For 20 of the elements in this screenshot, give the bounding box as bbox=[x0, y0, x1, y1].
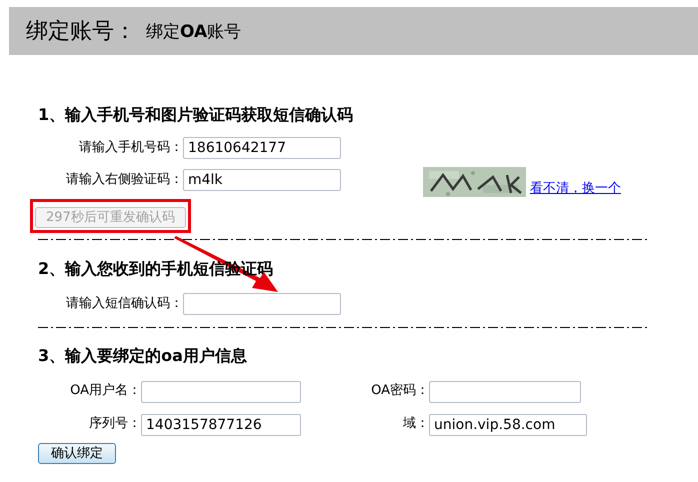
input-field[interactable] bbox=[141, 381, 301, 403]
field-label: 序列号： bbox=[88, 415, 141, 434]
input-field[interactable]: 18610642177 bbox=[183, 137, 341, 159]
page-title: 绑定账号： bbox=[26, 18, 136, 46]
input-field[interactable]: 1403157877126 bbox=[141, 414, 301, 436]
section-heading: 3、输入要绑定的oa用户信息 bbox=[38, 345, 247, 367]
field-label: 请输入手机号码： bbox=[78, 139, 183, 158]
section-heading: 1、输入手机号和图片验证码获取短信确认码 bbox=[38, 104, 354, 126]
field-label: 请输入短信确认码： bbox=[65, 295, 183, 314]
refresh-captcha-link[interactable]: 看不清，换一个 bbox=[530, 179, 621, 199]
input-field[interactable] bbox=[429, 381, 581, 403]
input-field[interactable]: union.vip.58.com bbox=[429, 414, 587, 436]
page-subtitle: 绑定OA账号 bbox=[146, 20, 242, 44]
field-label: OA用户名： bbox=[69, 382, 141, 400]
field-label: OA密码： bbox=[370, 382, 429, 400]
field-label: 请输入右侧验证码： bbox=[65, 171, 183, 190]
input-field[interactable]: m4lk bbox=[183, 169, 341, 191]
input-field[interactable] bbox=[183, 293, 341, 315]
confirm-bind-button[interactable]: 确认绑定 bbox=[38, 443, 116, 464]
field-label: 域： bbox=[402, 415, 429, 434]
